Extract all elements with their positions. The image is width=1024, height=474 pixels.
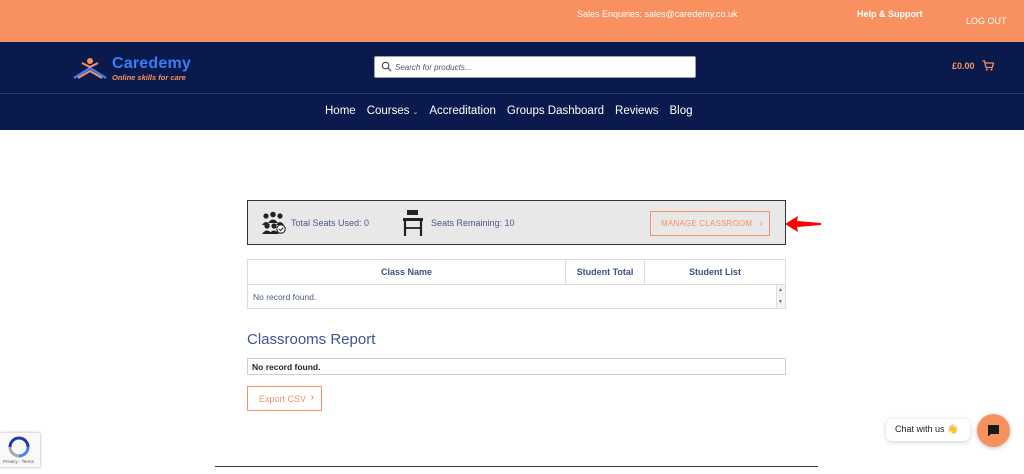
logo-name: Caredemy	[112, 55, 191, 72]
top-bar: Sales Enquiries: sales@caredemy.co.uk He…	[0, 0, 1024, 42]
footer-divider	[215, 466, 818, 467]
column-header-student-total[interactable]: Student Total	[566, 260, 645, 284]
search-input[interactable]	[395, 60, 685, 75]
nav-item-reviews[interactable]: Reviews	[615, 105, 658, 117]
chevron-right-icon: ›	[310, 392, 314, 403]
manage-classroom-button[interactable]: MANAGE CLASSROOM ›	[650, 211, 770, 236]
nav-item-courses[interactable]: Courses ⌄	[367, 105, 419, 117]
nav-item-label: Blog	[669, 105, 693, 117]
students-group-icon	[262, 211, 286, 234]
nav-item-groups-dashboard[interactable]: Groups Dashboard	[507, 105, 604, 117]
nav-item-label: Groups Dashboard	[506, 105, 605, 117]
logo-tagline: Online skills for care	[112, 73, 186, 82]
chevron-down-icon: ⌄	[412, 109, 419, 116]
chevron-right-icon: ›	[759, 218, 763, 228]
scroll-up-icon[interactable]: ▲	[778, 287, 783, 293]
export-csv-button[interactable]: Export CSV ›	[247, 386, 322, 411]
cart-link[interactable]: £0.00	[952, 60, 994, 71]
red-arrow-icon	[785, 216, 821, 232]
manage-classroom-label: MANAGE CLASSROOM	[661, 219, 753, 228]
column-header-class-name[interactable]: Class Name	[248, 260, 566, 284]
site-header: Caredemy Online skills for care £0.00	[0, 42, 1024, 93]
export-csv-label: Export CSV	[259, 393, 307, 404]
seats-panel: Total Seats Used: 0 Seats Remaining: 10 …	[247, 200, 786, 245]
help-support-link[interactable]: Help & Support	[857, 9, 923, 19]
logo-mark-icon	[73, 58, 107, 80]
cart-icon	[982, 60, 994, 71]
nav-item-accreditation[interactable]: Accreditation	[429, 105, 495, 117]
nav-item-label: Home	[325, 105, 356, 117]
scroll-down-icon[interactable]: ▼	[778, 299, 783, 305]
seats-remaining: Seats Remaining: 10	[431, 218, 515, 228]
recaptcha-badge[interactable]: Privacy - Terms	[0, 433, 40, 467]
table-scrollbar[interactable]: ▲ ▼	[776, 285, 785, 308]
report-title: Classrooms Report	[247, 331, 376, 348]
nav-item-label: Courses	[366, 105, 410, 117]
main-nav: Home Courses ⌄ Accreditation Groups Dashb…	[0, 93, 1024, 130]
cart-total: £0.00	[952, 61, 975, 71]
school-desk-icon	[403, 210, 423, 236]
recaptcha-footer[interactable]: Privacy - Terms	[3, 459, 34, 464]
nav-item-label: Accreditation	[429, 105, 496, 117]
chat-bubble-icon	[988, 425, 999, 437]
page: Sales Enquiries: sales@caredemy.co.uk He…	[0, 0, 1024, 474]
report-empty-message: No record found.	[247, 358, 786, 375]
column-header-student-list[interactable]: Student List	[645, 260, 785, 284]
nav-item-blog[interactable]: Blog	[670, 105, 693, 117]
nav-item-home[interactable]: Home	[325, 105, 356, 117]
logout-link[interactable]: LOG OUT	[966, 16, 1007, 26]
search-icon	[381, 61, 392, 72]
chat-launcher-button[interactable]	[977, 414, 1010, 447]
product-search	[374, 56, 696, 78]
header-divider	[248, 284, 785, 285]
site-logo[interactable]: Caredemy Online skills for care	[72, 55, 212, 83]
chat-prompt[interactable]: Chat with us 👋	[886, 419, 970, 441]
table-empty-message: No record found.	[253, 292, 317, 302]
sales-enquiries-link[interactable]: Sales Enquiries: sales@caredemy.co.uk	[577, 9, 738, 19]
total-seats-used: Total Seats Used: 0	[291, 218, 370, 228]
class-table: Class Name Student Total Student List No…	[247, 259, 786, 309]
recaptcha-icon	[8, 436, 30, 458]
nav-item-label: Reviews	[615, 105, 659, 117]
